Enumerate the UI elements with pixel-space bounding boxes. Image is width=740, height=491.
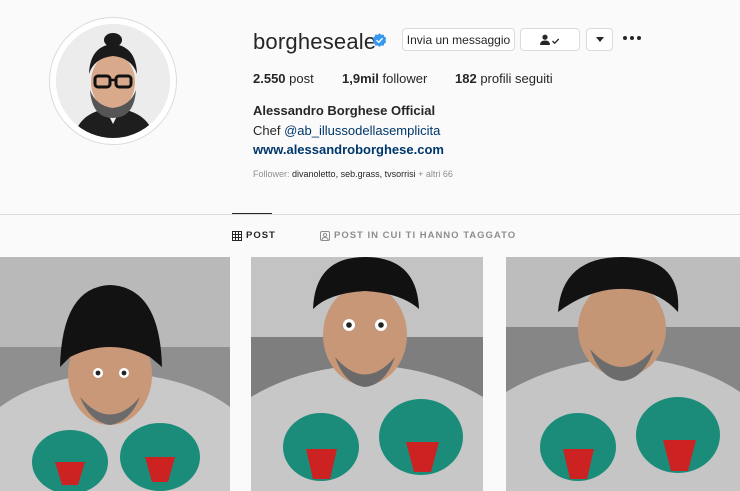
stat-posts: 2.550 post xyxy=(253,71,314,86)
followed-by-name: divanoletto, xyxy=(292,169,339,179)
bio-mention-link[interactable]: @ab_illussodellasemplicita xyxy=(284,123,440,138)
post-image xyxy=(506,257,740,491)
profile-username: borgheseale xyxy=(253,29,377,54)
tag-person-icon xyxy=(320,230,330,241)
profile-website-link[interactable]: www.alessandroborghese.com xyxy=(253,142,444,157)
person-check-icon xyxy=(540,34,560,45)
profile-full-name: Alessandro Borghese Official xyxy=(253,103,436,118)
posts-count: 2.550 xyxy=(253,71,286,86)
following-button[interactable] xyxy=(520,28,580,51)
post-thumbnail[interactable] xyxy=(506,257,740,491)
followed-by-suffix: + altri 66 xyxy=(418,169,453,179)
followed-by[interactable]: Follower: divanoletto, seb.grass, tvsorr… xyxy=(253,169,453,179)
avatar-photo xyxy=(56,24,170,138)
followed-by-prefix: Follower: xyxy=(253,169,290,179)
post-image xyxy=(0,257,230,491)
message-button[interactable]: Invia un messaggio xyxy=(402,28,515,51)
followed-by-name: tvsorrisi xyxy=(384,169,416,179)
chevron-down-icon xyxy=(595,36,604,42)
tab-posts-label: POST xyxy=(246,230,276,241)
verified-badge-icon xyxy=(372,33,387,47)
posts-label: post xyxy=(289,71,314,86)
tab-tagged-label: POST IN CUI TI HANNO TAGGATO xyxy=(334,230,517,241)
suggestions-dropdown-button[interactable] xyxy=(586,28,613,51)
profile-bio: Chef @ab_illussodellasemplicita xyxy=(253,123,440,138)
grid-icon xyxy=(232,230,242,241)
stat-followers[interactable]: 1,9mil follower xyxy=(342,71,427,86)
followers-count: 1,9mil xyxy=(342,71,379,86)
tab-posts[interactable]: POST xyxy=(232,230,276,241)
active-tab-indicator xyxy=(232,213,272,214)
followers-label: follower xyxy=(382,71,428,86)
more-horizontal-icon[interactable] xyxy=(622,31,642,45)
tab-tagged[interactable]: POST IN CUI TI HANNO TAGGATO xyxy=(320,230,516,241)
stat-following[interactable]: 182 profili seguiti xyxy=(455,71,553,86)
followed-by-name: seb.grass, xyxy=(340,169,383,179)
post-thumbnail[interactable] xyxy=(251,257,483,491)
following-label: profili seguiti xyxy=(480,71,553,86)
post-image xyxy=(251,257,483,491)
post-thumbnail[interactable] xyxy=(0,257,230,491)
bio-text: Chef xyxy=(253,123,281,138)
following-count: 182 xyxy=(455,71,477,86)
tabs-divider xyxy=(0,214,740,215)
avatar[interactable] xyxy=(56,24,170,138)
